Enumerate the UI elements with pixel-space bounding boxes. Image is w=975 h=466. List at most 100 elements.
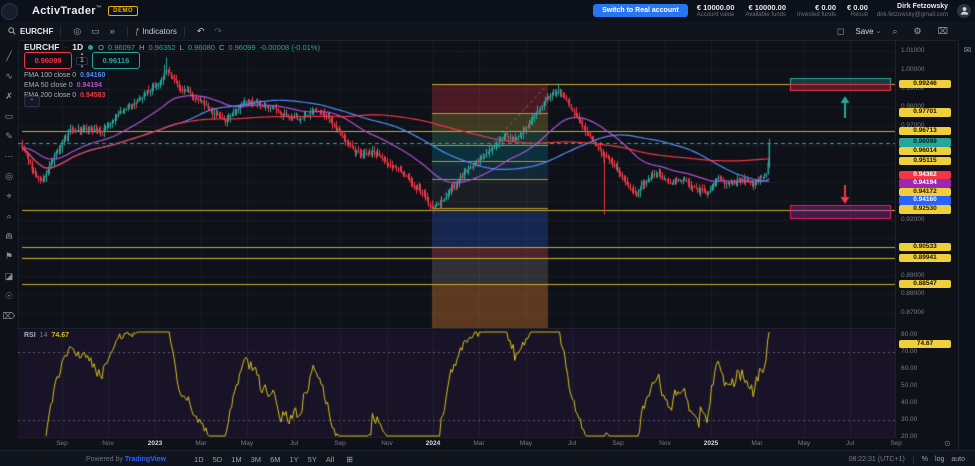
timezone-icon[interactable]: ⊙ (944, 439, 951, 448)
alerts-icon[interactable]: ◎ (68, 26, 86, 37)
redo-icon[interactable]: ↷ (209, 26, 227, 37)
screenshot-icon[interactable]: ⊞ (346, 455, 353, 464)
scale-%-button[interactable]: % (922, 456, 928, 463)
remove-drawings-icon[interactable]: ⌦ (3, 310, 16, 323)
scale-auto-button[interactable]: auto (951, 456, 965, 463)
clock[interactable]: 08:22:31 (UTC+1) (849, 456, 905, 463)
flag-icon[interactable]: ⚑ (3, 250, 16, 263)
pattern-xabcd-icon[interactable]: ✗ (3, 90, 16, 103)
lock-all-icon[interactable]: ⋒ (3, 230, 16, 243)
timeframe-5y[interactable]: 5Y (308, 455, 317, 464)
brush-icon[interactable]: ✎ (3, 130, 16, 143)
timeframe-buttons: 1D 5D 1M 3M 6M 1Y 5Y All (194, 455, 334, 464)
app-menu-button[interactable] (1, 3, 18, 20)
time-label: Nov (372, 440, 402, 447)
time-scale[interactable]: SepNov2023MarMayJulSepNov2024MarMayJulSe… (18, 437, 895, 451)
qty-down-icon[interactable]: ▾ (81, 65, 84, 70)
collapse-legend-button[interactable]: ⌃ (24, 96, 40, 107)
time-label: May (232, 440, 262, 447)
timeframe-all[interactable]: All (326, 455, 334, 464)
zoom-icon[interactable]: ⌕ (888, 26, 903, 37)
rsi-legend[interactable]: RSI 14 74.67 (24, 332, 69, 339)
avatar[interactable] (957, 4, 971, 18)
chart-type-icon[interactable]: ▭ (86, 26, 105, 37)
indicator-name: EMA 50 close 0 (24, 81, 73, 91)
camera-icon[interactable]: ⌧ (933, 26, 953, 37)
right-sidebar-strip: ✉ (958, 40, 975, 455)
timeframe-5d[interactable]: 5D (213, 455, 223, 464)
stat-label: Account value (697, 12, 735, 19)
bottom-toolbar: Powered by TradingView 1D 5D 1M 3M 6M 1Y 5Y All… (0, 450, 975, 466)
switch-to-real-account-button[interactable]: Switch to Real account (593, 4, 688, 17)
toolbar-separator (184, 26, 185, 36)
magnet-icon[interactable]: ◎ (3, 170, 16, 183)
fibonacci-icon[interactable]: ∿ (3, 70, 16, 83)
settings-gear-icon[interactable]: ⚙ (909, 26, 927, 37)
indicator-legend[interactable]: EMA 50 close 00.94194 (24, 81, 105, 91)
price-tag: 0.96014 (899, 147, 951, 156)
compare-icon[interactable]: » (105, 26, 120, 36)
symbol-search[interactable]: EURCHF (8, 27, 53, 36)
stat-label: Invested funds (797, 12, 836, 19)
chart-legend[interactable]: EURCHF · 1D O0.96097H0.96352L0.96080C0.9… (24, 42, 320, 52)
sell-button[interactable]: 0.96099 (24, 52, 72, 69)
bottom-right-controls: 08:22:31 (UTC+1) % logauto (849, 455, 975, 464)
indicators-label: Indicators (142, 27, 177, 36)
layout-icon[interactable]: ◻ (832, 26, 849, 37)
show-hide-icon[interactable]: ☉ (3, 290, 16, 303)
save-button[interactable]: Save ⌄ (855, 27, 881, 36)
time-label: Mar (186, 440, 216, 447)
rsi-value: 74.67 (51, 332, 69, 339)
time-label: May (511, 440, 541, 447)
toolbar-right-icons: ◻ Save ⌄ ⌕ ⚙ ⌧ (832, 26, 975, 37)
timeframe-1m[interactable]: 1M (231, 455, 241, 464)
account-stat: € 10000.00Account value (697, 4, 735, 19)
symbol-search-value: EURCHF (20, 27, 53, 36)
fx-icon: ƒ (135, 27, 139, 36)
time-label: Sep (325, 440, 355, 447)
rsi-tick: 40.00 (901, 399, 917, 406)
price-tag: 0.89941 (899, 254, 951, 263)
time-label: May (789, 440, 819, 447)
timeframe-1d[interactable]: 1D (194, 455, 204, 464)
price-tag: 0.96713 (899, 127, 951, 136)
user-block[interactable]: Dirk Fetzowsky dirk.fetzowsky@gmail.com (877, 3, 948, 19)
price-tag: 0.94194 (899, 179, 951, 188)
indicator-value: 0.94583 (80, 91, 105, 101)
tradingview-brand[interactable]: TradingView (125, 456, 166, 463)
shapes-icon[interactable]: ▭ (3, 110, 16, 123)
scale-log-button[interactable]: log (935, 456, 944, 463)
demo-badge: DEMO (108, 6, 138, 16)
messages-envelope-icon[interactable]: ✉ (964, 45, 972, 56)
time-label: 2025 (696, 440, 726, 447)
time-label: Nov (650, 440, 680, 447)
qty-up-icon[interactable]: ▴ (81, 52, 84, 57)
chart-toolbar: EURCHF ◎▭» ƒ Indicators ↶ ↷ ◻ Save ⌄ ⌕ ⚙ ⌧ (0, 22, 975, 41)
indicator-legend[interactable]: FMA 100 close 00.94160 (24, 71, 105, 81)
buy-button[interactable]: 0.96116 (92, 52, 140, 69)
account-stat: € 10000.00Available funds (745, 4, 786, 19)
price-scale[interactable]: 1.010001.000000.990000.980000.970000.930… (895, 40, 959, 437)
rsi-tick: 30.00 (901, 416, 917, 423)
powered-by[interactable]: Powered by TradingView (86, 456, 166, 463)
measure-icon[interactable]: ⌖ (3, 190, 16, 203)
top-header-bar: ActivTrader™ DEMO Switch to Real account… (0, 0, 975, 22)
undo-icon[interactable]: ↶ (192, 26, 210, 37)
eraser-icon[interactable]: ◪ (3, 270, 16, 283)
text-icon[interactable]: ⋯ (3, 150, 16, 163)
time-label: 2024 (418, 440, 448, 447)
trend-line-icon[interactable]: ╱ (3, 50, 16, 63)
timeframe-6m[interactable]: 6M (270, 455, 280, 464)
price-chart-canvas[interactable] (18, 40, 895, 437)
rsi-tick: 70.00 (901, 348, 917, 355)
trading-platform-window: ActivTrader™ DEMO Switch to Real account… (0, 0, 975, 466)
price-tick: 0.88000 (901, 290, 925, 297)
timeframe-3m[interactable]: 3M (251, 455, 261, 464)
quantity-stepper[interactable]: ▴ 1 ▾ (76, 52, 88, 69)
ohlc-key: C (219, 43, 224, 52)
indicator-name: FMA 100 close 0 (24, 71, 76, 81)
pane-divider[interactable] (18, 330, 958, 331)
timeframe-1y[interactable]: 1Y (289, 455, 298, 464)
zoom-tool-icon[interactable]: ⌕ (3, 210, 16, 223)
indicators-button[interactable]: ƒ Indicators (135, 27, 177, 36)
